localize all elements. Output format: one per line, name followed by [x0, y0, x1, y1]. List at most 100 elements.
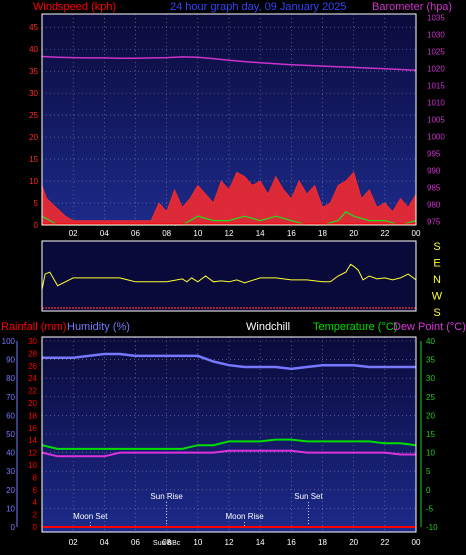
windspeed-tick-label: 0	[34, 221, 39, 230]
windspeed-axis-label: Windspeed (kph)	[33, 1, 116, 13]
time-tick-label: 04	[100, 229, 109, 238]
compass-tick-label: S	[433, 307, 440, 319]
humidity-tick-labels: 0 10 20 30 40 50 60 70 80 90 100	[2, 337, 16, 532]
humidity-tick-label: 100	[2, 337, 16, 346]
barometer-tick-label: 1035	[427, 13, 445, 22]
barometer-tick-labels: 975 980 985 990 995 1000 1005 1010 1015 1020 1025 1…	[427, 13, 445, 226]
rainfall-tick-label: 24	[28, 374, 37, 383]
temperature-tick-label: 15	[426, 430, 435, 439]
rainfall-tick-label: 6	[33, 486, 38, 495]
time-tick-label: 16	[287, 229, 296, 238]
windspeed-tick-label: 10	[29, 177, 38, 186]
rainfall-tick-label: 18	[28, 411, 37, 420]
temperature-tick-label: 30	[426, 374, 435, 383]
time-tick-label: 04	[100, 538, 109, 547]
rainfall-tick-label: 0	[33, 523, 38, 532]
time-tick-label: 06	[131, 538, 140, 547]
rainfall-tick-labels: 024681012141618202224262830	[28, 337, 37, 532]
dewpoint-legend: Dew Point (°C)	[393, 321, 466, 333]
rainfall-axis-label: Rainfall (mm)	[1, 321, 66, 333]
compass-tick-label: E	[433, 258, 440, 270]
time-tick-label: 08	[162, 538, 171, 547]
temperature-tick-label: 25	[426, 393, 435, 402]
windspeed-tick-label: 45	[29, 23, 38, 32]
direction-panel-background	[42, 241, 416, 311]
time-tick-label: 00	[412, 538, 421, 547]
windspeed-tick-label: 30	[29, 89, 38, 98]
barometer-tick-label: 990	[427, 167, 441, 176]
compass-tick-label: S	[433, 241, 440, 253]
time-tick-label: 10	[193, 538, 202, 547]
rainfall-tick-label: 8	[33, 473, 38, 482]
barometer-tick-label: 1000	[427, 133, 445, 142]
temperature-tick-label: 0	[426, 486, 431, 495]
temperature-tick-label: 5	[426, 467, 431, 476]
barometer-tick-label: 1010	[427, 98, 445, 107]
humidity-tick-label: 40	[6, 449, 15, 458]
humidity-tick-label: 10	[6, 504, 15, 513]
event-label: Moon Rise	[225, 512, 264, 521]
time-tick-label: 22	[380, 229, 389, 238]
windspeed-tick-label: 40	[29, 45, 38, 54]
barometer-tick-label: 1030	[427, 30, 445, 39]
windspeed-tick-labels: 0 5 10 15 20 25 30 35 40 45	[29, 23, 38, 230]
humidity-tick-label: 50	[6, 430, 15, 439]
humidity-tick-label: 60	[6, 411, 15, 420]
barometer-tick-label: 1020	[427, 64, 445, 73]
chart-title: 24 hour graph day, 09 January 2025	[170, 1, 347, 13]
wind-time-tick-labels: 02 04 06 08 10 12 14 16 18 20 22 00	[69, 229, 421, 238]
barometer-tick-label: 995	[427, 150, 441, 159]
time-tick-label: 16	[287, 538, 296, 547]
time-tick-label: 12	[225, 229, 234, 238]
event-label: Moon Set	[73, 512, 108, 521]
rainfall-tick-label: 28	[28, 349, 37, 358]
windspeed-tick-label: 35	[29, 67, 38, 76]
windspeed-tick-label: 5	[34, 199, 39, 208]
humidity-tick-label: 80	[6, 374, 15, 383]
temperature-tick-labels: -10 -5 0 5 10 15 20 25 30 35 40	[426, 337, 438, 532]
humidity-tick-label: 70	[6, 393, 15, 402]
time-tick-label: 20	[349, 229, 358, 238]
time-tick-label: 00	[412, 229, 421, 238]
time-tick-label: 18	[318, 229, 327, 238]
barometer-tick-label: 1005	[427, 116, 445, 125]
humidity-axis-label: Humidity (%)	[67, 321, 130, 333]
rainfall-tick-label: 22	[28, 387, 37, 396]
humidity-tick-label: 90	[6, 356, 15, 365]
rainfall-tick-label: 16	[28, 424, 37, 433]
rainfall-tick-label: 10	[28, 461, 37, 470]
rainfall-tick-label: 14	[28, 436, 37, 445]
barometer-tick-label: 1025	[427, 47, 445, 56]
windspeed-tick-label: 20	[29, 133, 38, 142]
event-label: Sun Set	[294, 492, 323, 501]
event-label: Sun Rise	[150, 492, 183, 501]
time-tick-label: 06	[131, 229, 140, 238]
time-tick-label: 22	[380, 538, 389, 547]
humidity-tick-label: 30	[6, 467, 15, 476]
humidity-tick-label: 20	[6, 486, 15, 495]
direction-tick-labels: SENWS	[432, 241, 443, 319]
time-tick-label: 12	[225, 538, 234, 547]
barometer-tick-label: 975	[427, 218, 441, 227]
compass-tick-label: W	[432, 291, 443, 303]
rainfall-tick-label: 20	[28, 399, 37, 408]
windspeed-tick-label: 15	[29, 155, 38, 164]
barometer-axis-label: Barometer (hpa)	[372, 1, 452, 13]
time-tick-label: 14	[256, 538, 265, 547]
temperature-legend: Temperature (°C)	[313, 321, 397, 333]
temp-time-tick-labels: 02 04 06 08 10 12 14 16 18 20 22 00	[69, 538, 421, 547]
temperature-tick-label: 10	[426, 449, 435, 458]
time-tick-label: 02	[69, 229, 78, 238]
time-tick-label: 08	[162, 229, 171, 238]
rainfall-tick-label: 4	[33, 498, 38, 507]
barometer-tick-label: 1015	[427, 81, 445, 90]
rainfall-tick-label: 2	[33, 511, 38, 520]
time-tick-label: 14	[256, 229, 265, 238]
temperature-tick-label: 20	[426, 411, 435, 420]
windspeed-tick-label: 25	[29, 111, 38, 120]
time-tick-label: 02	[69, 538, 78, 547]
temperature-tick-label: 35	[426, 356, 435, 365]
time-tick-label: 10	[193, 229, 202, 238]
temperature-tick-label: -5	[426, 504, 434, 513]
rainfall-tick-label: 26	[28, 362, 37, 371]
